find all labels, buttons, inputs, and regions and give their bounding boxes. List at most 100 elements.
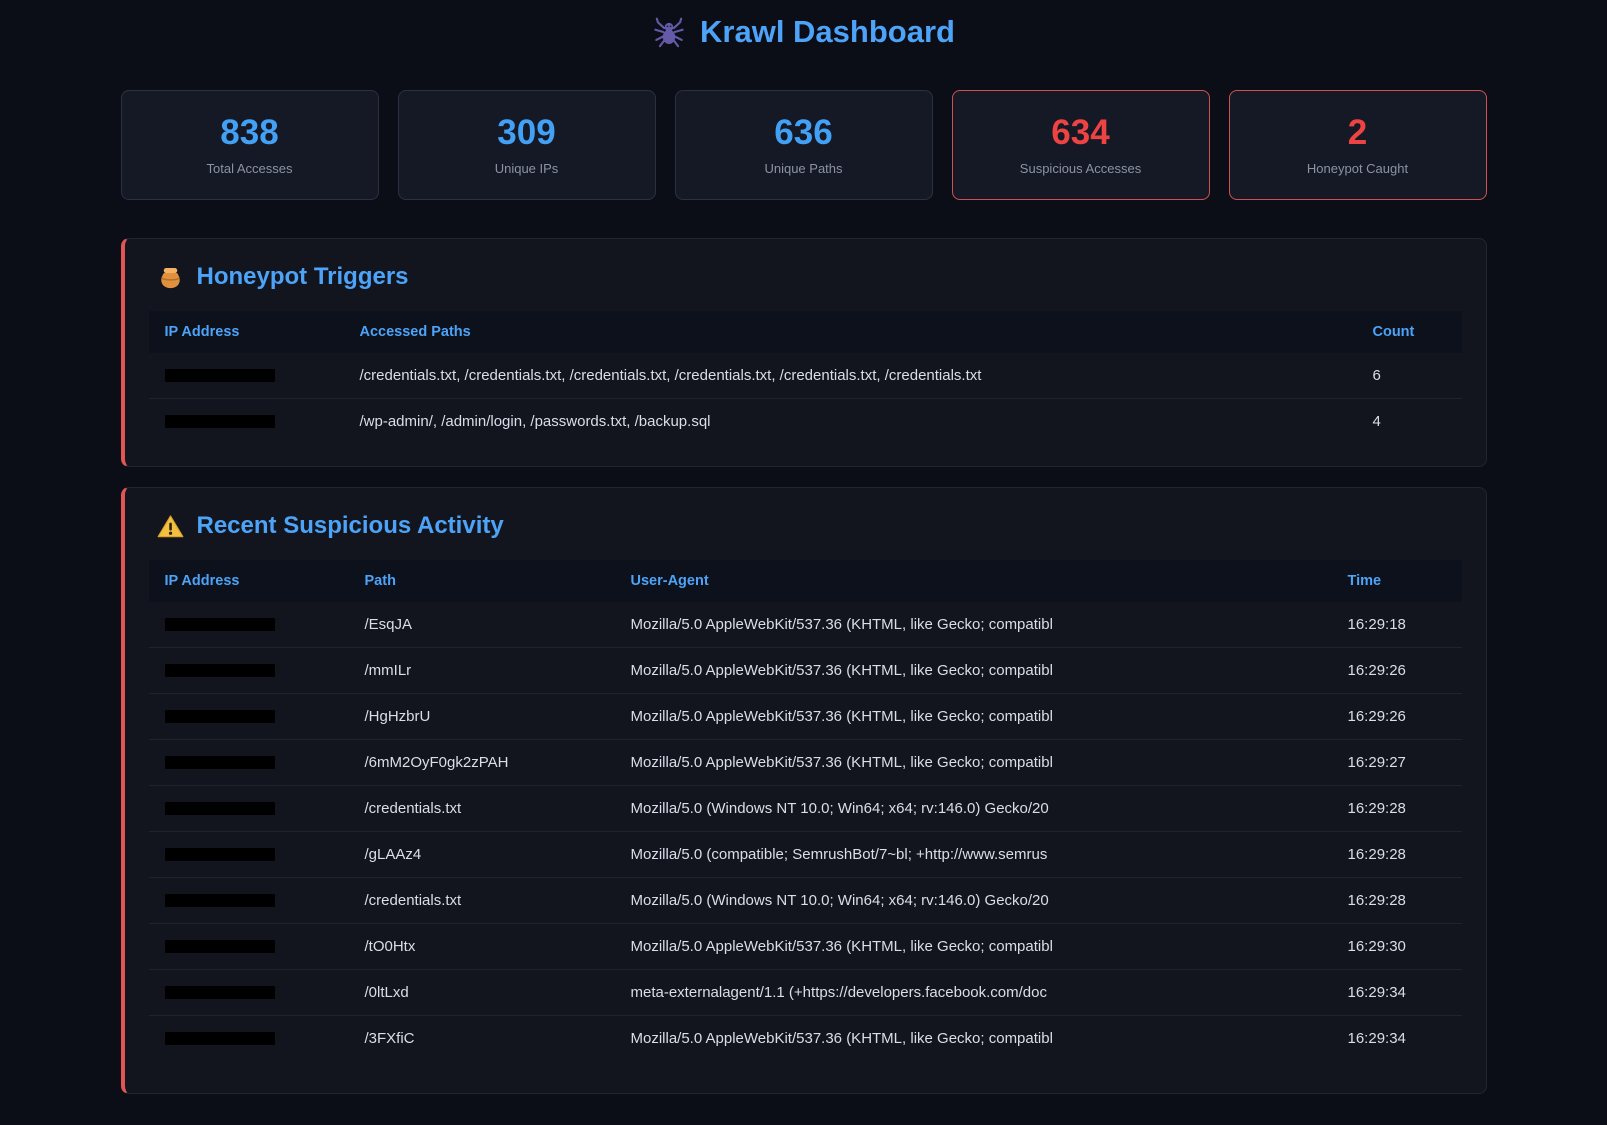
redacted-ip-bar (165, 986, 275, 999)
path-cell: /3FXfiC (349, 1016, 615, 1062)
honeypot-triggers-title: Honeypot Triggers (157, 263, 1462, 291)
path-cell: /6mM2OyF0gk2zPAH (349, 740, 615, 786)
table-row: /3FXfiC Mozilla/5.0 AppleWebKit/537.36 (… (149, 1016, 1462, 1062)
time-cell: 16:29:27 (1332, 740, 1462, 786)
redacted-ip-bar (165, 415, 275, 428)
time-cell: 16:29:30 (1332, 924, 1462, 970)
ip-cell (149, 970, 349, 1016)
ip-cell (149, 786, 349, 832)
user-agent-cell: Mozilla/5.0 AppleWebKit/537.36 (KHTML, l… (615, 1016, 1332, 1062)
stat-card-suspicious-accesses: 634 Suspicious Accesses (952, 90, 1210, 200)
table-row: /wp-admin/, /admin/login, /passwords.txt… (149, 399, 1462, 445)
redacted-ip-bar (165, 618, 275, 631)
dashboard-container: Krawl Dashboard 838 Total Accesses 309 U… (121, 14, 1487, 1094)
table-row: /6mM2OyF0gk2zPAH Mozilla/5.0 AppleWebKit… (149, 740, 1462, 786)
redacted-ip-bar (165, 802, 275, 815)
stat-value: 636 (774, 115, 832, 150)
redacted-ip-bar (165, 664, 275, 677)
path-cell: /HgHzbrU (349, 694, 615, 740)
table-row: /gLAAz4 Mozilla/5.0 (compatible; Semrush… (149, 832, 1462, 878)
redacted-ip-bar (165, 1032, 275, 1045)
user-agent-cell: Mozilla/5.0 (compatible; SemrushBot/7~bl… (615, 832, 1332, 878)
honeypot-header-row: IP Address Accessed Paths Count (149, 311, 1462, 353)
ip-cell (149, 353, 344, 399)
redacted-ip-bar (165, 848, 275, 861)
honeypot-triggers-title-text: Honeypot Triggers (197, 263, 409, 291)
page-title: Krawl Dashboard (121, 14, 1487, 50)
page-title-text: Krawl Dashboard (700, 14, 955, 50)
honeypot-triggers-panel: Honeypot Triggers IP Address Accessed Pa… (121, 238, 1487, 467)
user-agent-cell: Mozilla/5.0 AppleWebKit/537.36 (KHTML, l… (615, 602, 1332, 648)
suspicious-activity-panel: Recent Suspicious Activity IP Address Pa… (121, 487, 1487, 1094)
path-cell: /tO0Htx (349, 924, 615, 970)
table-row: /EsqJA Mozilla/5.0 AppleWebKit/537.36 (K… (149, 602, 1462, 648)
time-cell: 16:29:28 (1332, 786, 1462, 832)
stat-label: Honeypot Caught (1307, 161, 1408, 176)
count-cell: 4 (1357, 399, 1462, 445)
path-cell: /0ltLxd (349, 970, 615, 1016)
path-cell: /credentials.txt (349, 878, 615, 924)
table-row: /mmILr Mozilla/5.0 AppleWebKit/537.36 (K… (149, 648, 1462, 694)
ip-cell (149, 740, 349, 786)
table-row: /0ltLxd meta-externalagent/1.1 (+https:/… (149, 970, 1462, 1016)
user-agent-cell: Mozilla/5.0 AppleWebKit/537.36 (KHTML, l… (615, 740, 1332, 786)
stat-value: 838 (220, 115, 278, 150)
ip-cell (149, 1016, 349, 1062)
stats-row: 838 Total Accesses 309 Unique IPs 636 Un… (121, 90, 1487, 200)
count-cell: 6 (1357, 353, 1462, 399)
column-header-count: Count (1357, 311, 1462, 353)
ip-cell (149, 648, 349, 694)
table-row: /credentials.txt, /credentials.txt, /cre… (149, 353, 1462, 399)
time-cell: 16:29:28 (1332, 832, 1462, 878)
column-header-accessed-paths: Accessed Paths (344, 311, 1357, 353)
path-cell: /gLAAz4 (349, 832, 615, 878)
stat-value: 309 (497, 115, 555, 150)
stat-card-unique-ips: 309 Unique IPs (398, 90, 656, 200)
redacted-ip-bar (165, 756, 275, 769)
time-cell: 16:29:28 (1332, 878, 1462, 924)
stat-card-unique-paths: 636 Unique Paths (675, 90, 933, 200)
table-row: /credentials.txt Mozilla/5.0 (Windows NT… (149, 878, 1462, 924)
stat-label: Suspicious Accesses (1020, 161, 1141, 176)
ip-cell (149, 924, 349, 970)
time-cell: 16:29:18 (1332, 602, 1462, 648)
accessed-paths-cell: /credentials.txt, /credentials.txt, /cre… (344, 353, 1357, 399)
ip-cell (149, 399, 344, 445)
stat-value: 2 (1348, 115, 1367, 150)
redacted-ip-bar (165, 710, 275, 723)
column-header-time: Time (1332, 560, 1462, 602)
stat-label: Unique Paths (764, 161, 842, 176)
time-cell: 16:29:26 (1332, 694, 1462, 740)
column-header-path: Path (349, 560, 615, 602)
ip-cell (149, 832, 349, 878)
honeypot-icon (157, 264, 184, 291)
path-cell: /EsqJA (349, 602, 615, 648)
redacted-ip-bar (165, 894, 275, 907)
column-header-ip-address: IP Address (149, 560, 349, 602)
user-agent-cell: Mozilla/5.0 AppleWebKit/537.36 (KHTML, l… (615, 694, 1332, 740)
column-header-user-agent: User-Agent (615, 560, 1332, 602)
stat-card-honeypot-caught: 2 Honeypot Caught (1229, 90, 1487, 200)
stat-label: Total Accesses (207, 161, 293, 176)
user-agent-cell: Mozilla/5.0 (Windows NT 10.0; Win64; x64… (615, 878, 1332, 924)
user-agent-cell: Mozilla/5.0 (Windows NT 10.0; Win64; x64… (615, 786, 1332, 832)
table-row: /HgHzbrU Mozilla/5.0 AppleWebKit/537.36 … (149, 694, 1462, 740)
path-cell: /mmILr (349, 648, 615, 694)
stat-label: Unique IPs (495, 161, 559, 176)
time-cell: 16:29:26 (1332, 648, 1462, 694)
user-agent-cell: Mozilla/5.0 AppleWebKit/537.36 (KHTML, l… (615, 648, 1332, 694)
time-cell: 16:29:34 (1332, 1016, 1462, 1062)
user-agent-cell: meta-externalagent/1.1 (+https://develop… (615, 970, 1332, 1016)
ip-cell (149, 878, 349, 924)
suspicious-activity-title: Recent Suspicious Activity (157, 512, 1462, 540)
ip-cell (149, 694, 349, 740)
user-agent-cell: Mozilla/5.0 AppleWebKit/537.36 (KHTML, l… (615, 924, 1332, 970)
path-cell: /credentials.txt (349, 786, 615, 832)
table-row: /tO0Htx Mozilla/5.0 AppleWebKit/537.36 (… (149, 924, 1462, 970)
warning-icon (157, 513, 184, 540)
ip-cell (149, 602, 349, 648)
stat-value: 634 (1051, 115, 1109, 150)
table-row: /credentials.txt Mozilla/5.0 (Windows NT… (149, 786, 1462, 832)
accessed-paths-cell: /wp-admin/, /admin/login, /passwords.txt… (344, 399, 1357, 445)
time-cell: 16:29:34 (1332, 970, 1462, 1016)
